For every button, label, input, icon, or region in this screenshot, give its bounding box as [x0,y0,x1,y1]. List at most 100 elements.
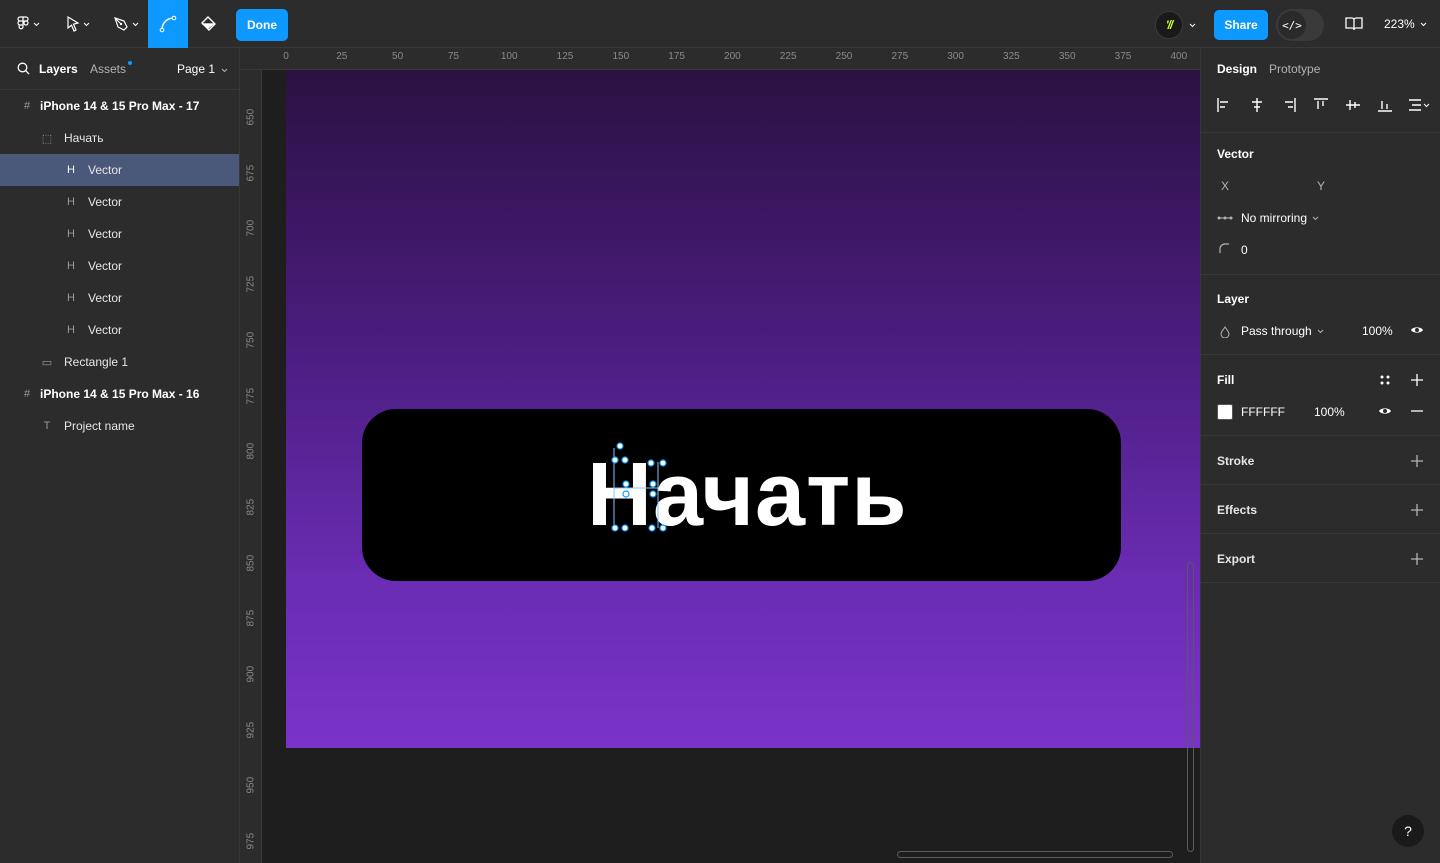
vector-edit-overlay[interactable] [606,442,676,534]
ruler-tick-label: 50 [392,51,404,62]
vector-node[interactable] [611,456,619,464]
fill-opacity[interactable]: 100% [1314,405,1345,419]
fill-color-swatch[interactable] [1217,404,1233,420]
dev-mode-toggle[interactable]: </> [1276,9,1324,41]
vector-node[interactable] [648,524,656,532]
layer-row[interactable]: ▭ Rectangle 1 [0,346,239,378]
eye-icon[interactable] [1410,325,1424,335]
ruler-tick-label: 975 [245,832,257,850]
layer-name: Vector [88,259,123,273]
bend-tool-button[interactable] [148,0,188,48]
tab-prototype[interactable]: Prototype [1269,62,1320,76]
vector-section: Vector X Y No mirroring 0 [1201,133,1440,275]
style-grid-icon[interactable] [1379,374,1391,386]
pen-tool-button[interactable] [106,0,146,48]
stroke-section-title: Stroke [1217,454,1255,468]
align-left-icon[interactable] [1215,96,1233,114]
ruler-tick-label: 775 [245,387,257,404]
ruler-tick-label: 875 [245,610,257,627]
layer-row[interactable]: H Vector [0,186,239,218]
vector-node[interactable] [611,524,619,532]
remove-fill-minus-icon[interactable] [1410,410,1424,412]
paint-bucket-button[interactable] [188,0,228,48]
chevron-down-icon [1189,23,1196,27]
tab-design[interactable]: Design [1217,62,1257,76]
vector-node[interactable] [649,490,657,498]
layer-name: Начать [64,131,104,145]
distribute-menu-icon[interactable] [1407,96,1431,114]
vector-glyph-icon: H [67,164,75,176]
chevron-down-icon [222,68,228,73]
align-right-icon[interactable] [1280,96,1298,114]
add-fill-plus-icon[interactable] [1410,373,1424,387]
align-horizontal-center-icon[interactable] [1248,96,1266,114]
fill-section: Fill FFFFFF 100% [1201,355,1440,436]
library-book-icon[interactable] [1344,14,1364,34]
layer-row[interactable]: ⬚ Начать [0,122,239,154]
layer-row[interactable]: # iPhone 14 & 15 Pro Max - 17 [0,90,239,122]
ruler-tick-label: 350 [1058,51,1076,62]
layer-opacity[interactable]: 100% [1362,324,1393,338]
add-stroke-plus-icon[interactable] [1410,454,1424,468]
mirroring-dropdown[interactable]: No mirroring [1241,211,1319,225]
vector-node[interactable] [622,480,630,488]
search-icon[interactable] [17,62,30,75]
chevron-down-icon [1312,216,1319,220]
vector-node[interactable] [621,524,629,532]
vector-node[interactable] [659,459,667,467]
blend-mode-dropdown[interactable]: Pass through [1241,324,1324,338]
x-field-label[interactable]: X [1221,179,1229,193]
export-section-title: Export [1217,552,1256,566]
layer-row[interactable]: H Vector [0,314,239,346]
vector-section-title: Vector [1217,147,1254,161]
cursor-icon [67,16,80,32]
help-button[interactable]: ? [1392,815,1424,847]
done-button[interactable]: Done [236,9,288,41]
code-icon: </> [1278,11,1306,39]
layer-row[interactable]: H Vector [0,154,239,186]
vector-node[interactable] [647,459,655,467]
eye-icon[interactable] [1378,406,1392,416]
layer-name: Rectangle 1 [64,355,129,369]
assets-update-dot [128,61,132,65]
canvas[interactable]: Начать [262,70,1200,863]
multiplayer-avatar-menu[interactable]: '// [1155,11,1196,39]
ruler-tick-label: 725 [245,275,257,293]
layer-row[interactable]: H Vector [0,218,239,250]
layer-row[interactable]: # iPhone 14 & 15 Pro Max - 16 [0,378,239,410]
page-selector[interactable]: Page 1 [177,62,228,76]
ruler-tick-label: 675 [245,164,257,182]
layer-row[interactable]: H Vector [0,250,239,282]
corner-radius-value[interactable]: 0 [1241,243,1248,257]
chevron-down-icon [132,22,139,26]
tab-layers[interactable]: Layers [39,62,78,76]
fill-hex[interactable]: FFFFFF [1241,405,1285,419]
move-tool-button[interactable] [58,0,98,48]
main-menu-button[interactable] [8,0,48,48]
tab-assets[interactable]: Assets [90,62,126,76]
layer-row[interactable]: T Project name [0,410,239,442]
add-effect-plus-icon[interactable] [1410,503,1424,517]
frame-icon: # [23,100,31,112]
toolbar: Done '// Share </> 223% [0,0,1440,48]
vector-node[interactable] [659,524,667,532]
zoom-menu[interactable]: 223% [1384,0,1427,48]
vector-node[interactable] [622,490,630,498]
vector-node[interactable] [649,480,657,488]
horizontal-scrollbar[interactable] [897,851,1173,858]
add-export-plus-icon[interactable] [1410,552,1424,566]
layers-panel: Layers Assets Page 1 # iPhone 14 & 15 Pro… [0,48,240,863]
align-vertical-center-icon[interactable] [1344,96,1362,114]
y-field-label[interactable]: Y [1317,179,1325,193]
vector-node[interactable] [621,456,629,464]
vector-node[interactable] [616,442,624,450]
align-top-icon[interactable] [1312,96,1330,114]
layer-name: Vector [88,163,123,177]
ruler-tick-label: 925 [245,721,257,739]
layer-row[interactable]: H Vector [0,282,239,314]
share-button[interactable]: Share [1214,10,1268,40]
ruler-tick-label: 650 [245,108,257,126]
ruler-tick-label: 250 [835,51,853,62]
align-bottom-icon[interactable] [1376,96,1394,114]
vertical-scrollbar[interactable] [1187,562,1194,852]
